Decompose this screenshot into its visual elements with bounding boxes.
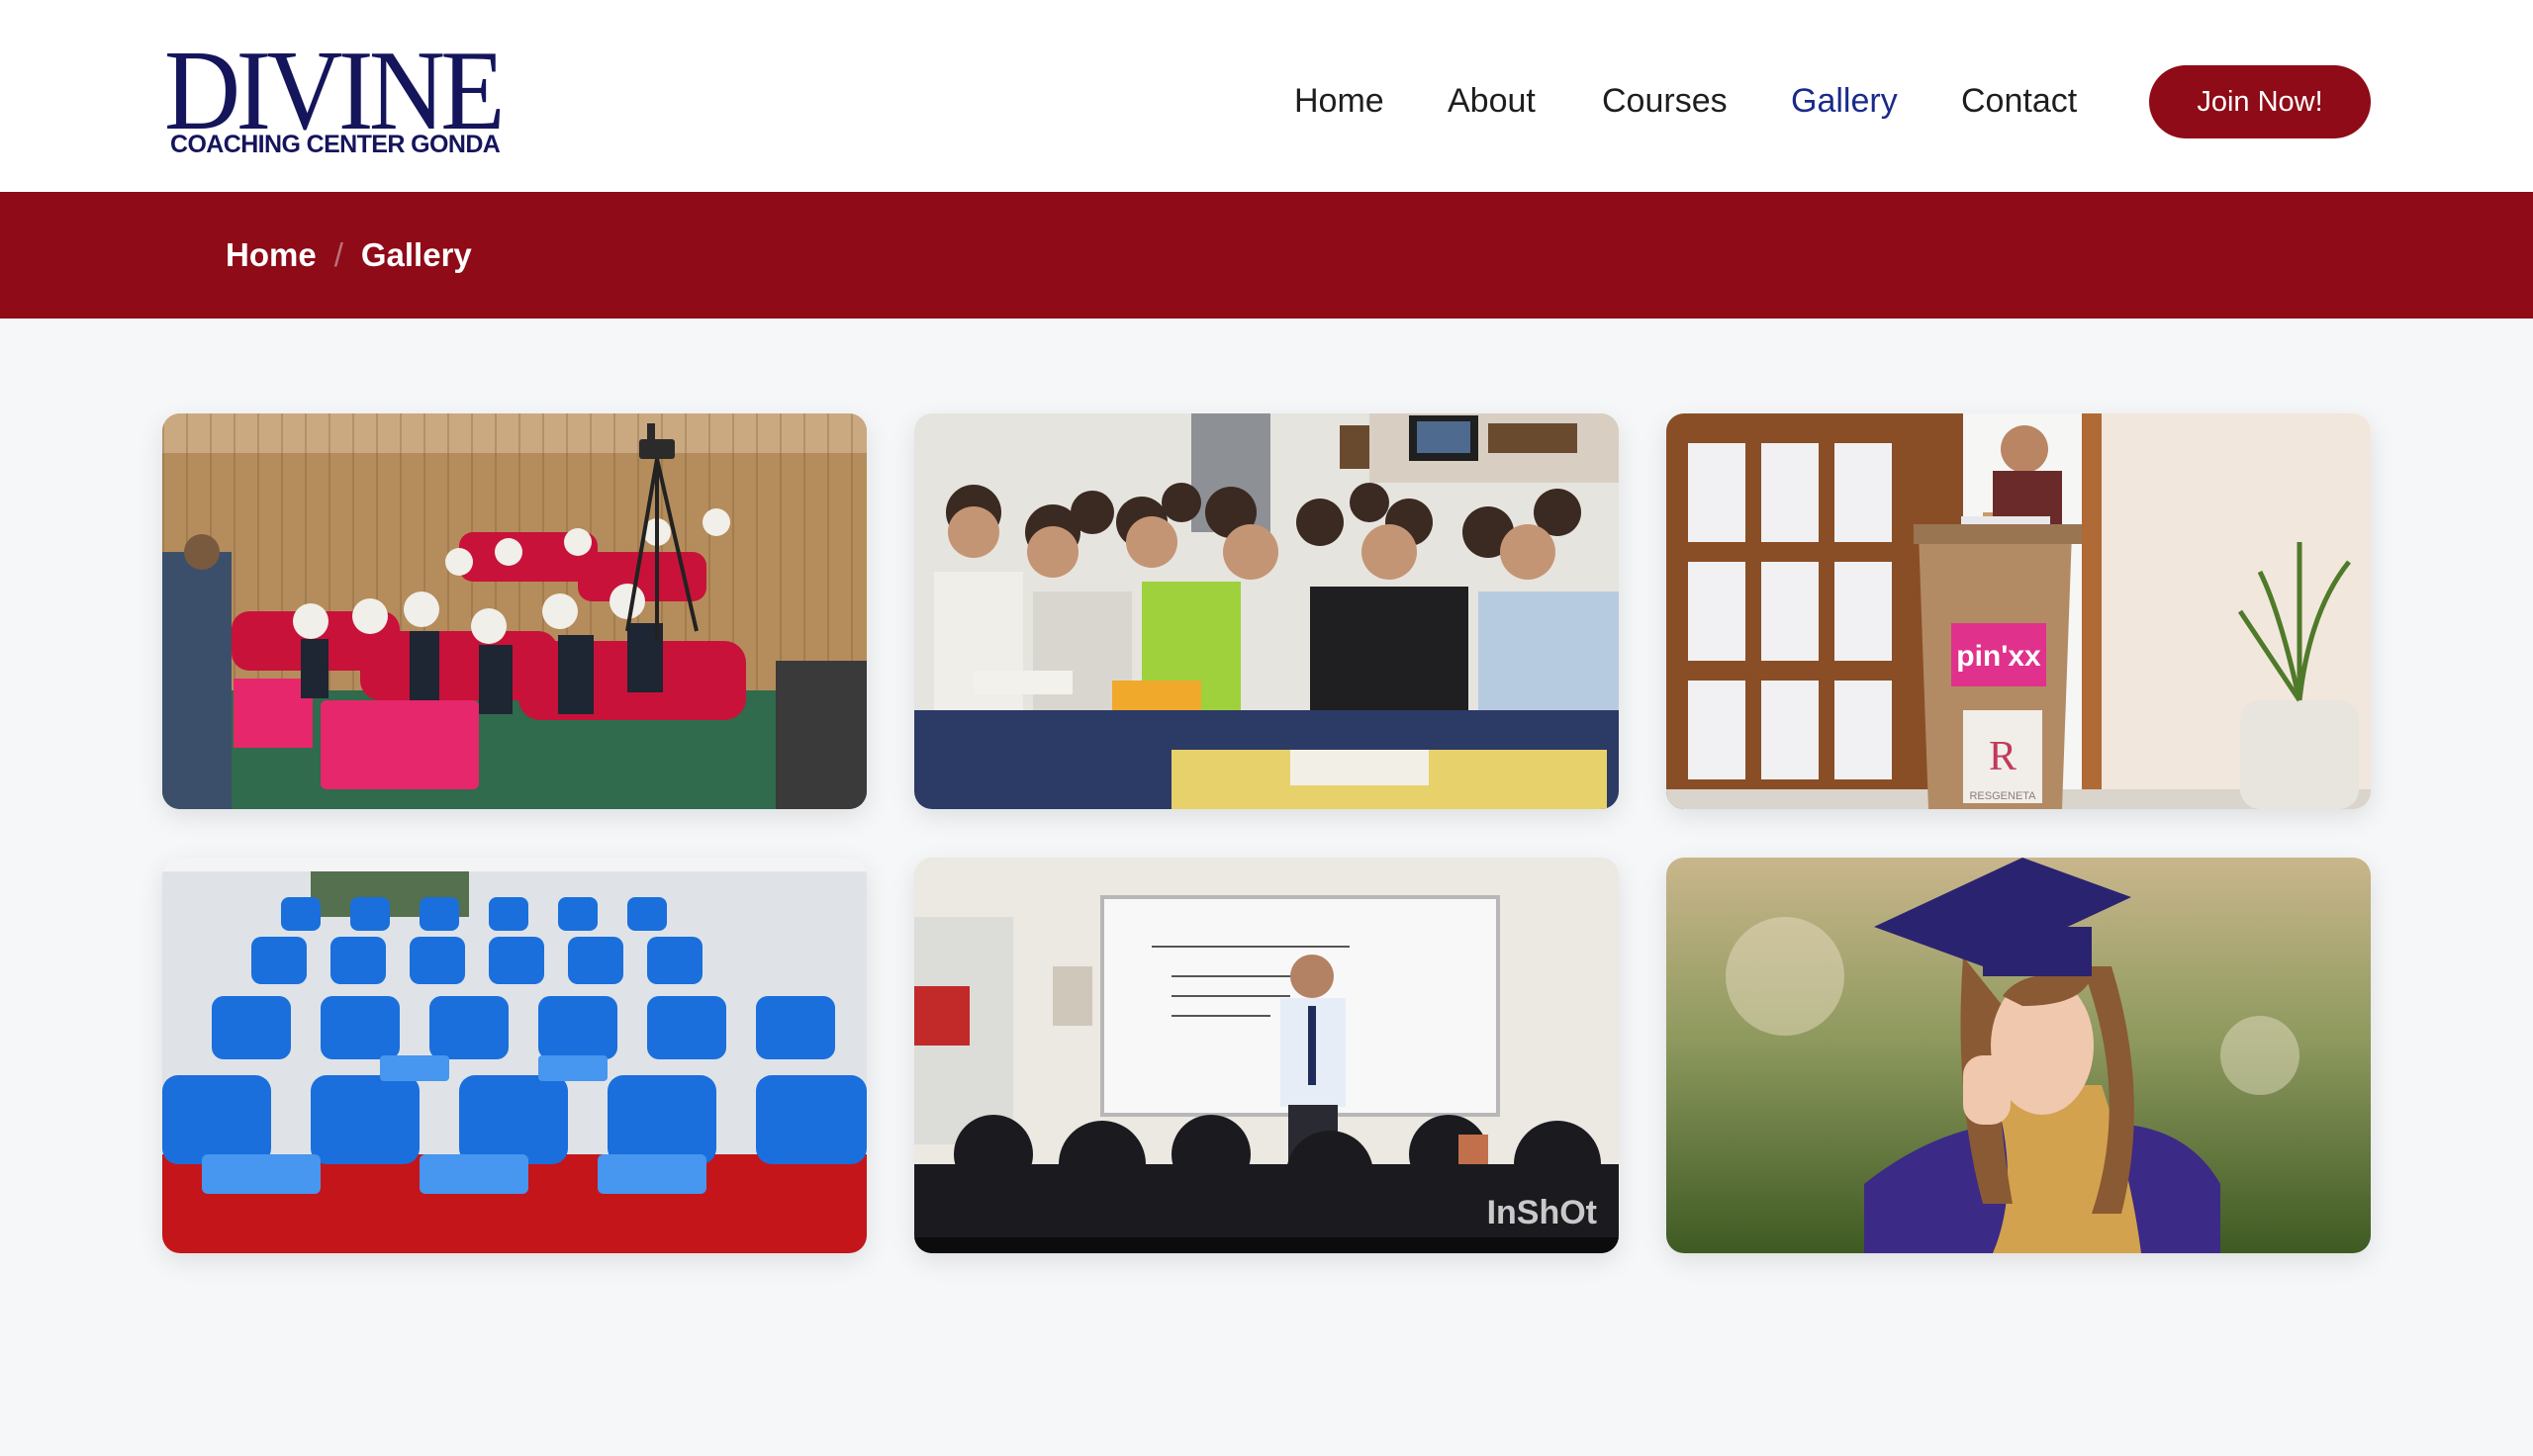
gallery-image-students-group[interactable] (914, 413, 1619, 809)
gallery-image-auditorium[interactable] (162, 413, 867, 809)
gallery-image-graduate[interactable] (1666, 858, 2371, 1253)
lectern-mark: R (1989, 734, 2017, 779)
lectern-sub-text: RESGENETA (1969, 790, 2036, 802)
auditorium-photo (162, 413, 867, 809)
gallery-image-teacher-whiteboard[interactable]: InShOt (914, 858, 1619, 1253)
students-group-photo (914, 413, 1619, 809)
gallery-image-speaker-lectern[interactable]: pin'xx R RESGENETA (1666, 413, 2371, 809)
speaker-lectern-photo: pin'xx R RESGENETA (1666, 413, 2371, 809)
classroom-chairs-photo (162, 858, 867, 1253)
graduate-photo (1666, 858, 2371, 1253)
teacher-whiteboard-photo: InShOt (914, 858, 1619, 1253)
inshot-watermark: InShOt (1487, 1194, 1597, 1231)
gallery-grid: pin'xx R RESGENETA InShOt (0, 0, 2533, 1456)
gallery-image-classroom-chairs[interactable] (162, 858, 867, 1253)
lectern-brand-text: pin'xx (1956, 640, 2041, 673)
